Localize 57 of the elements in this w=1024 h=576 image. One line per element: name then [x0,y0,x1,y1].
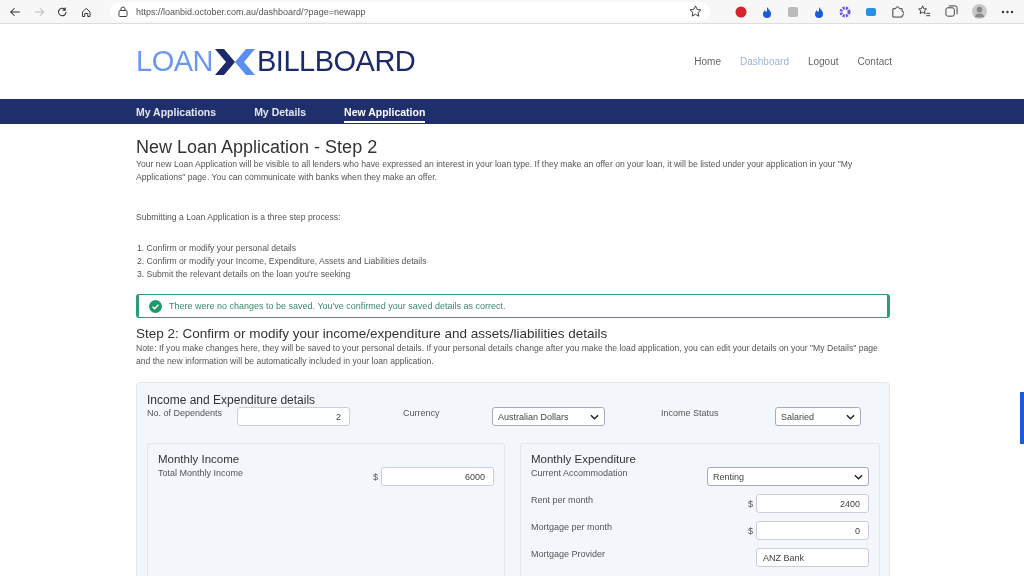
input-field[interactable]: 2400 [756,494,869,513]
favorite-star-icon[interactable] [689,5,702,18]
field-label: Current Accommodation [531,467,628,480]
collections-icon[interactable] [945,5,958,18]
step-item: 1. Confirm or modify your personal details [137,242,298,255]
url-text: https://loanbid.october.com.au/dashboard/?page=newapp [136,6,367,17]
field-label: Mortgage Provider [531,548,606,561]
input-field[interactable]: 6000 [381,467,494,486]
currency-symbol: $ [748,525,753,536]
dropdown[interactable]: Renting [707,467,869,486]
gear-icon[interactable] [839,5,851,18]
intro-text: Your new Loan Application will be visible to all lenders who have expressed an interest in your loan type. If they make an offer on your loan, it will be listed under your application in your "My Applications" page. You can communicate with banks when they make an offer. [136,158,854,184]
dropdown[interactable]: Australian Dollars [492,407,605,426]
nav-link[interactable]: Logout [807,56,839,67]
field-label: Mortgage per month [531,521,613,534]
input-field[interactable]: 0 [756,521,869,540]
field-label: Total Monthly Income [158,467,244,480]
chevrons-icon [213,46,257,77]
nav-link[interactable]: Contact [857,56,892,67]
chevron-down-icon [590,413,599,420]
page-title: New Loan Application - Step 2 [136,137,379,158]
field-label: Income Status [661,407,720,420]
note-text: Note: If you make changes here, they will be saved to your personal details. If your personal details change after you make the load application, you can edit your details on your "My Details" page and the new information will be automatically included in your loan application. [136,342,879,368]
currency-symbol: $ [748,498,753,509]
card-title: Monthly Expenditure [531,453,637,465]
field-label: Currency [403,407,441,420]
chevron-down-icon [846,413,855,420]
section-heading: Step 2: Confirm or modify your income/expenditure and assets/liabilities details [136,326,609,341]
more-icon[interactable] [1001,9,1014,14]
check-circle-icon [149,299,162,313]
address-bar[interactable]: https://loanbid.october.com.au/dashboard/?page=newapp [110,2,710,21]
tab[interactable]: New Application [344,100,426,123]
alert-text: There were no changes to be saved. You've confirmed your saved details as correct. [169,301,506,311]
card-title: Monthly Income [158,453,241,465]
favorites-icon[interactable] [918,5,931,18]
chevron-down-icon [854,473,863,480]
currency-symbol: $ [373,471,378,482]
field-label: No. of Dependents [147,407,224,420]
flame-icon[interactable] [813,5,825,18]
tab[interactable]: My Applications [136,100,217,123]
dropdown[interactable]: Salaried [775,407,861,426]
panel-title: Income and Expenditure details [147,393,317,407]
step-item: 2. Confirm or modify your Income, Expenditure, Assets and Liabilities details [137,255,428,268]
extension-icon[interactable] [735,5,747,18]
step-item: 3. Submit the relevant details on the loan you're seeking [137,268,352,281]
puzzle-icon[interactable] [891,5,904,18]
nav-link[interactable]: Home [694,56,721,67]
flame-icon[interactable] [761,5,773,18]
profile-avatar-icon[interactable] [972,4,987,19]
input-field[interactable]: 2 [237,407,350,426]
process-text: Submitting a Loan Application is a three step process: [136,211,342,224]
input-field[interactable]: ANZ Bank [756,548,869,567]
logo[interactable]: LOAN BILLBOARD [136,45,416,78]
field-label: Rent per month [531,494,594,507]
lock-icon [118,6,128,17]
tab[interactable]: My Details [254,100,307,123]
extension-icon[interactable] [865,5,877,18]
